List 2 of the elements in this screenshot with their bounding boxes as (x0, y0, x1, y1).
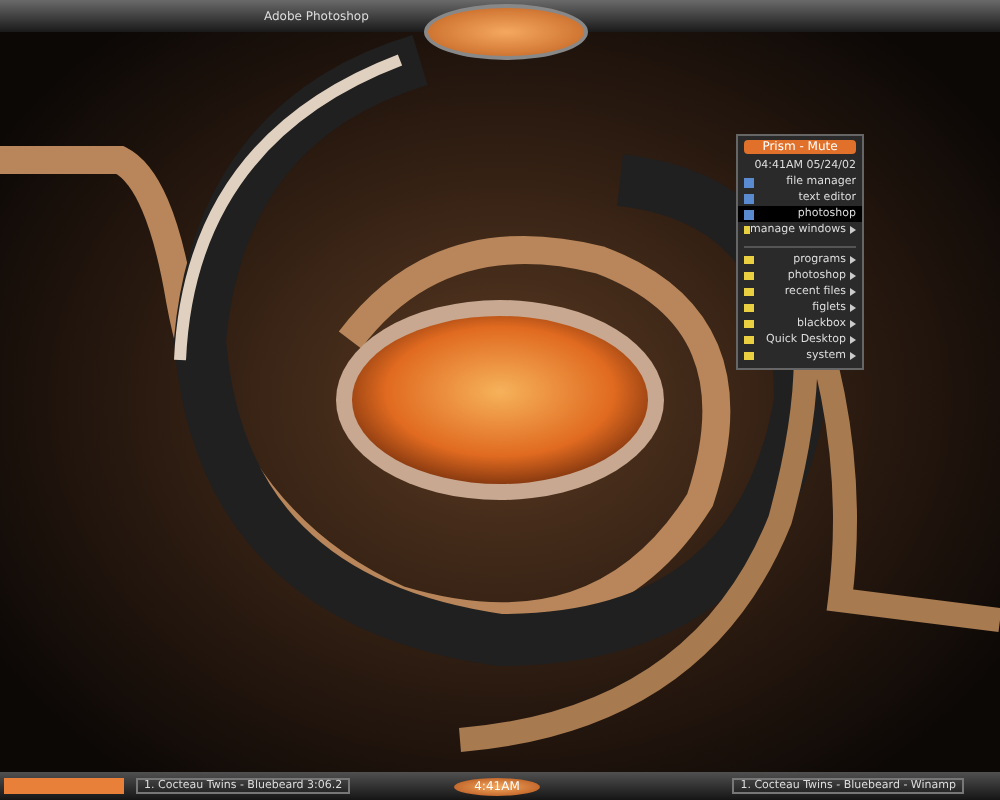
arrow-icon (850, 226, 856, 234)
folder-icon (744, 226, 751, 234)
